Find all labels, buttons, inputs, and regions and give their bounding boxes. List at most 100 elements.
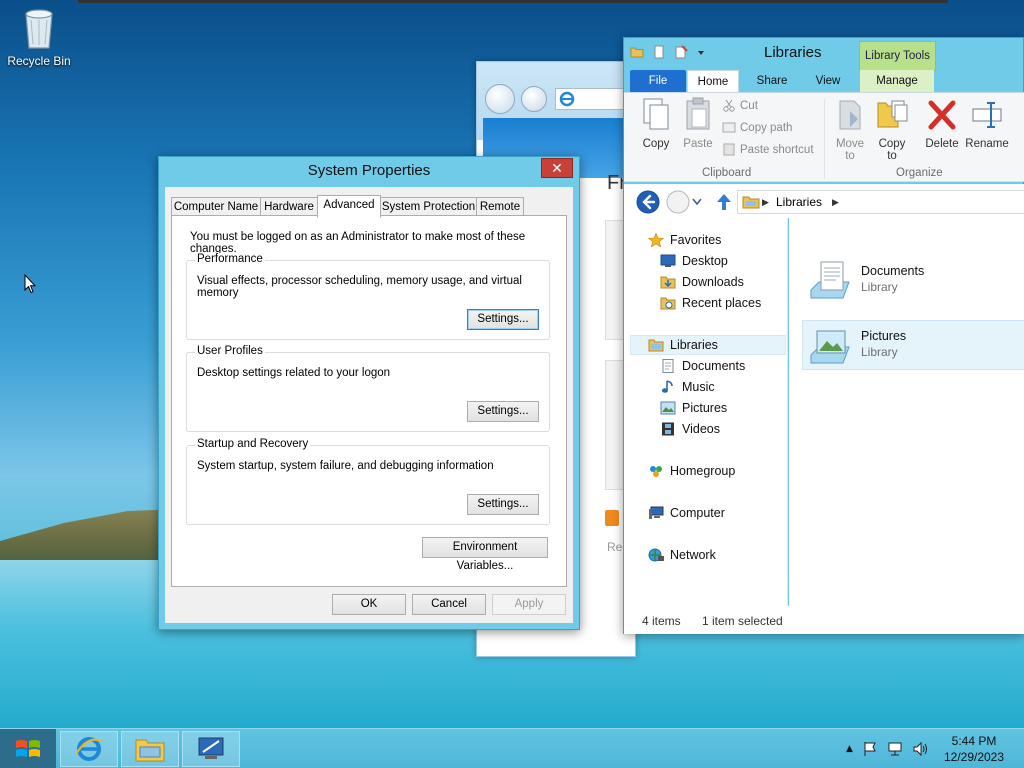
taskbar-file-explorer[interactable] [121, 731, 179, 767]
nav-label: Pictures [682, 401, 728, 415]
delete-button[interactable]: Delete [920, 97, 964, 150]
start-button[interactable] [0, 729, 56, 768]
close-button[interactable]: ✕ [541, 158, 573, 178]
ie-forward-button[interactable] [521, 86, 547, 112]
properties-icon[interactable] [652, 45, 666, 59]
taskbar-internet-explorer[interactable] [60, 731, 118, 767]
nav-downloads[interactable]: Downloads [660, 272, 744, 292]
libraries-explorer-window[interactable]: Libraries Library Tools File Home Share … [623, 37, 1024, 634]
performance-settings-button[interactable]: Settings... [467, 309, 539, 330]
tab-computer-name[interactable]: Computer Name [171, 197, 261, 217]
startup-recovery-settings-button[interactable]: Settings... [467, 494, 539, 515]
ok-button[interactable]: OK [332, 594, 406, 615]
apply-button[interactable]: Apply [492, 594, 566, 615]
libraries-folder-icon [742, 196, 760, 209]
address-breadcrumb[interactable]: ▶ Libraries ▶ [737, 190, 1024, 214]
documents-icon [662, 359, 674, 373]
organize-group-label: Organize [896, 167, 943, 179]
group-description: Visual effects, processor scheduling, me… [197, 275, 522, 299]
group-title: Startup and Recovery [195, 438, 311, 450]
list-item-pictures-library[interactable]: Pictures Library [802, 320, 1024, 370]
tab-share[interactable]: Share [746, 70, 798, 92]
star-icon [648, 233, 664, 247]
nav-libraries[interactable]: Libraries [630, 335, 786, 355]
tab-advanced[interactable]: Advanced [317, 195, 381, 218]
back-arrow-icon[interactable] [636, 190, 660, 214]
paste-icon [686, 97, 710, 130]
nav-favorites[interactable]: Favorites [648, 230, 721, 250]
move-to-icon [839, 100, 861, 130]
action-center-flag-icon[interactable] [862, 741, 878, 757]
customize-toolbar-chevron-icon[interactable] [696, 45, 710, 59]
ribbon-tabs: File Home Share View Manage [624, 70, 1024, 92]
rename-label: Rename [965, 138, 1009, 150]
nav-documents[interactable]: Documents [660, 356, 745, 376]
delete-label: Delete [925, 138, 959, 150]
ie-back-button[interactable] [485, 84, 515, 114]
group-description: System startup, system failure, and debu… [197, 460, 494, 472]
nav-label: Computer [670, 506, 725, 520]
rename-button[interactable]: Rename [964, 97, 1010, 150]
cut-label: Cut [740, 99, 758, 112]
startup-recovery-group: Startup and Recovery System startup, sys… [186, 438, 550, 525]
tab-view[interactable]: View [802, 70, 854, 92]
taskbar-clock[interactable]: 5:44 PM 12/29/2023 [936, 733, 1012, 765]
nav-label: Documents [682, 359, 746, 373]
system-properties-dialog[interactable]: System Properties ✕ Computer Name Hardwa… [158, 156, 580, 630]
taskbar-system-properties[interactable] [182, 731, 240, 767]
paste-shortcut-button[interactable]: Paste shortcut [722, 143, 814, 156]
show-hidden-icons-chevron-icon[interactable]: ▲ [846, 744, 853, 754]
paste-shortcut-icon [723, 143, 735, 156]
nav-label: Favorites [670, 233, 722, 247]
breadcrumb-expand-icon[interactable]: ▶ [832, 191, 839, 213]
nav-network[interactable]: Network [648, 545, 716, 565]
library-tools-context-tab: Library Tools [859, 41, 936, 71]
pictures-icon [660, 401, 676, 415]
cancel-button[interactable]: Cancel [412, 594, 486, 615]
cut-button[interactable]: Cut [722, 99, 758, 112]
environment-variables-button[interactable]: Environment Variables... [422, 537, 548, 572]
user-profiles-settings-button[interactable]: Settings... [467, 401, 539, 422]
forward-arrow-icon[interactable] [666, 190, 690, 214]
tab-hardware[interactable]: Hardware [260, 197, 318, 217]
tab-file[interactable]: File [630, 70, 686, 92]
file-list: Documents Library Pictures Library [789, 218, 1024, 606]
nav-homegroup[interactable]: Homegroup [648, 461, 735, 481]
network-status-icon[interactable] [887, 741, 903, 757]
ribbon-separator [824, 99, 825, 179]
paste-shortcut-label: Paste shortcut [740, 143, 814, 156]
copy-to-icon [877, 100, 908, 128]
nav-computer[interactable]: Computer [648, 503, 725, 523]
nav-desktop[interactable]: Desktop [660, 251, 728, 271]
breadcrumb-separator-icon[interactable]: ▶ [762, 191, 769, 213]
list-item-documents-library[interactable]: Documents Library [803, 256, 1024, 306]
tab-manage[interactable]: Manage [860, 70, 934, 92]
copy-path-label: Copy path [740, 121, 793, 134]
copy-button[interactable]: Copy [634, 97, 678, 150]
volume-speaker-icon[interactable] [912, 741, 930, 757]
dialog-title: System Properties [307, 162, 431, 179]
tab-remote[interactable]: Remote [476, 197, 524, 217]
recycle-bin-shortcut[interactable]: Recycle Bin [6, 6, 72, 68]
move-to-button[interactable]: Move to [828, 97, 872, 162]
tab-home[interactable]: Home [687, 70, 739, 92]
recent-locations-chevron-icon[interactable] [692, 198, 702, 206]
new-folder-icon[interactable] [674, 45, 688, 59]
up-arrow-icon[interactable] [716, 193, 732, 211]
recycle-bin-icon [22, 6, 56, 50]
quick-access-toolbar [630, 44, 710, 60]
nav-videos[interactable]: Videos [660, 419, 720, 439]
nav-music[interactable]: Music [660, 377, 715, 397]
nav-label: Downloads [682, 275, 744, 289]
address-bar: ▶ Libraries ▶ [624, 184, 1024, 218]
paste-label: Paste [683, 138, 713, 150]
nav-pictures[interactable]: Pictures [660, 398, 727, 418]
paste-button[interactable]: Paste [676, 97, 720, 150]
copy-to-button[interactable]: Copy to [870, 97, 914, 162]
breadcrumb-libraries[interactable]: Libraries [776, 191, 822, 213]
nav-recent-places[interactable]: Recent places [660, 293, 761, 313]
tab-system-protection[interactable]: System Protection [380, 197, 477, 217]
nav-label: Music [682, 380, 715, 394]
desktop-icon [660, 254, 676, 267]
copy-path-button[interactable]: Copy path [722, 121, 792, 134]
